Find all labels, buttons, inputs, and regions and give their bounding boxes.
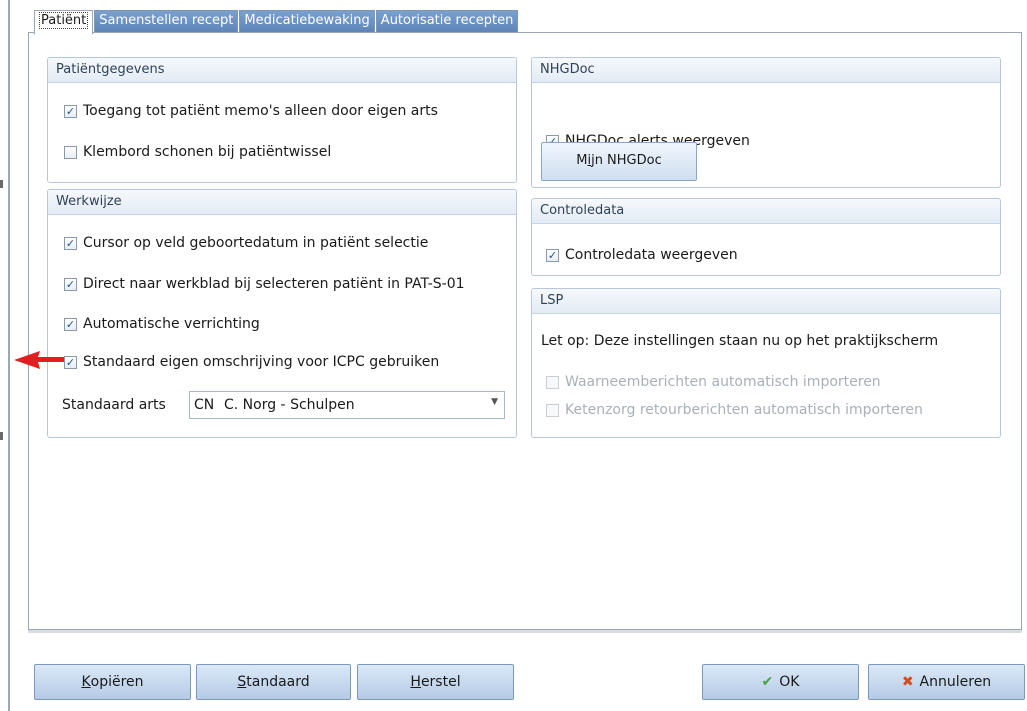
red-arrow-icon bbox=[14, 351, 64, 369]
checkbox-box[interactable]: ✓ bbox=[546, 248, 559, 262]
window-left-border bbox=[8, 0, 10, 711]
mijn-nhgdoc-button[interactable]: Mijn NHGDoc bbox=[541, 142, 697, 181]
checkbox-klembord-schonen[interactable]: Klembord schonen bij patiëntwissel bbox=[64, 142, 331, 162]
tab-samenstellen-recept[interactable]: Samenstellen recept bbox=[94, 10, 239, 33]
controledata-group: Controledata ✓ Controledata weergeven bbox=[531, 198, 1001, 276]
checkbox-toegang-memo[interactable]: ✓ Toegang tot patiënt memo's alleen door… bbox=[64, 101, 438, 121]
checkbox-label: Waarneemberichten automatisch importeren bbox=[565, 374, 881, 390]
standaard-button[interactable]: Standaard bbox=[196, 664, 351, 700]
checkbox-direct-werkblad[interactable]: ✓ Direct naar werkblad bij selecteren pa… bbox=[64, 274, 465, 294]
tab-bar: Patiënt Samenstellen recept Medicatiebew… bbox=[34, 10, 519, 35]
herstel-button[interactable]: Herstel bbox=[357, 664, 514, 700]
checkbox-label: Automatische verrichting bbox=[83, 316, 260, 332]
standaard-arts-select[interactable]: CN C. Norg - Schulpen ▼ bbox=[189, 391, 505, 419]
tab-panel-shadow bbox=[28, 630, 1022, 633]
checkmark-icon: ✔ bbox=[761, 674, 774, 690]
group-title: Patiëntgegevens bbox=[48, 58, 516, 83]
patientgegevens-group: Patiëntgegevens ✓ Toegang tot patiënt me… bbox=[47, 57, 517, 183]
lsp-group: LSP Let op: Deze instellingen staan nu o… bbox=[531, 288, 1001, 438]
ok-button[interactable]: ✔ OK bbox=[702, 664, 859, 700]
cancel-x-icon: ✖ bbox=[901, 674, 914, 690]
kopieren-button[interactable]: Kopiëren bbox=[34, 664, 191, 700]
tab-patient[interactable]: Patiënt bbox=[34, 10, 94, 35]
lsp-note: Let op: Deze instellingen staan nu op he… bbox=[541, 333, 939, 349]
standaard-arts-code: CN bbox=[194, 397, 215, 413]
checkbox-ketenzorg-retourberichten: Ketenzorg retourberichten automatisch im… bbox=[546, 400, 923, 420]
checkbox-box[interactable] bbox=[64, 145, 77, 159]
group-title: Controledata bbox=[532, 199, 1000, 224]
checkbox-label: Direct naar werkblad bij selecteren pati… bbox=[83, 276, 465, 292]
group-title: NHGDoc bbox=[532, 58, 1000, 83]
checkbox-box[interactable]: ✓ bbox=[64, 104, 77, 118]
checkbox-controledata-weergeven[interactable]: ✓ Controledata weergeven bbox=[546, 245, 738, 265]
checkbox-box bbox=[546, 403, 559, 417]
group-title: LSP bbox=[532, 289, 1000, 314]
standaard-arts-value: C. Norg - Schulpen bbox=[224, 397, 355, 413]
checkbox-box[interactable]: ✓ bbox=[64, 317, 77, 331]
annuleren-button[interactable]: ✖ Annuleren bbox=[868, 664, 1025, 700]
checkbox-standaard-omschrijving-icpc[interactable]: ✓ Standaard eigen omschrijving voor ICPC… bbox=[64, 352, 439, 372]
checkbox-label: Controledata weergeven bbox=[565, 247, 738, 263]
dropdown-arrow-icon[interactable]: ▼ bbox=[491, 397, 498, 407]
checkbox-automatische-verrichting[interactable]: ✓ Automatische verrichting bbox=[64, 314, 260, 334]
checkbox-box[interactable]: ✓ bbox=[64, 277, 77, 291]
checkbox-label: Toegang tot patiënt memo's alleen door e… bbox=[83, 103, 438, 119]
checkbox-waarneemberichten: Waarneemberichten automatisch importeren bbox=[546, 372, 881, 392]
checkbox-box[interactable]: ✓ bbox=[64, 236, 77, 250]
checkbox-label: Ketenzorg retourberichten automatisch im… bbox=[565, 402, 923, 418]
standaard-arts-label: Standaard arts bbox=[62, 397, 166, 413]
checkbox-box bbox=[546, 375, 559, 389]
nhgdoc-group: NHGDoc ✓ NHGDoc alerts weergeven Mijn NH… bbox=[531, 57, 1001, 188]
checkbox-cursor-geboortedatum[interactable]: ✓ Cursor op veld geboortedatum in patiën… bbox=[64, 233, 428, 253]
checkbox-label: Standaard eigen omschrijving voor ICPC g… bbox=[83, 354, 440, 370]
border-tick bbox=[0, 180, 3, 188]
tab-autorisatie-recepten[interactable]: Autorisatie recepten bbox=[375, 10, 519, 33]
group-title: Werkwijze bbox=[48, 190, 516, 215]
tab-medicatiebewaking[interactable]: Medicatiebewaking bbox=[239, 10, 375, 33]
border-tick bbox=[0, 432, 3, 440]
werkwijze-group: Werkwijze ✓ Cursor op veld geboortedatum… bbox=[47, 189, 517, 438]
checkbox-label: Cursor op veld geboortedatum in patiënt … bbox=[83, 235, 429, 251]
checkbox-label: Klembord schonen bij patiëntwissel bbox=[83, 144, 332, 160]
